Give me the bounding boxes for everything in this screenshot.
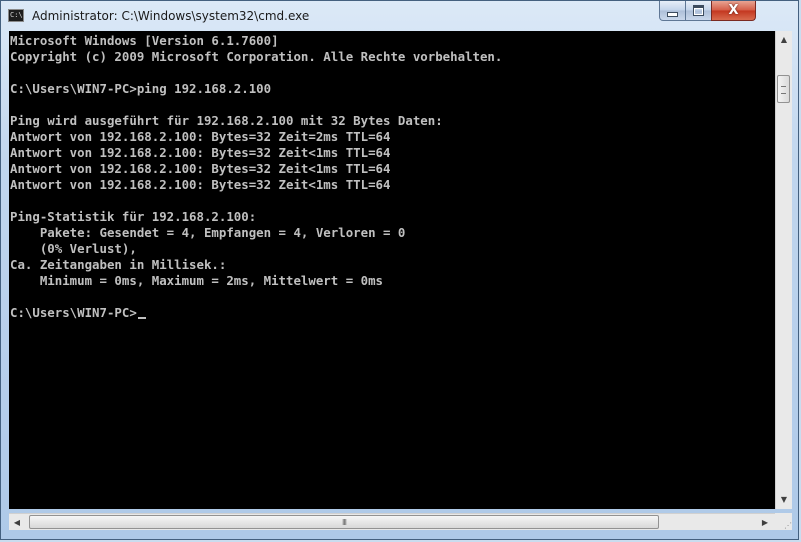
console-line: Antwort von 192.168.2.100: Bytes=32 Zeit…: [10, 177, 391, 192]
close-icon: X: [728, 3, 739, 18]
console-output[interactable]: Microsoft Windows [Version 6.1.7600] Copy…: [9, 31, 775, 509]
console-line: C:\Users\WIN7-PC>: [10, 305, 775, 321]
minimize-icon: [667, 11, 678, 17]
console-line: Antwort von 192.168.2.100: Bytes=32 Zeit…: [10, 145, 391, 160]
cmd-window: C:\ Administrator: C:\Windows\system32\c…: [0, 0, 799, 540]
scroll-up-arrow-icon[interactable]: ▲: [776, 31, 792, 47]
title-bar[interactable]: C:\ Administrator: C:\Windows\system32\c…: [1, 1, 798, 32]
console-line: Minimum = 0ms, Maximum = 2ms, Mittelwert…: [10, 273, 383, 288]
scroll-right-arrow-icon[interactable]: ▶: [757, 514, 773, 530]
vertical-scrollbar[interactable]: ▲ ▼: [775, 31, 792, 509]
maximize-icon: [693, 5, 704, 16]
console-line: Copyright (c) 2009 Microsoft Corporation…: [10, 49, 503, 64]
scroll-down-arrow-icon[interactable]: ▼: [776, 491, 792, 507]
close-button[interactable]: X: [711, 1, 756, 21]
minimize-button[interactable]: [659, 1, 686, 21]
cmd-icon[interactable]: C:\: [8, 9, 24, 22]
console-line: Microsoft Windows [Version 6.1.7600]: [10, 33, 279, 48]
vertical-scroll-thumb[interactable]: [777, 75, 790, 103]
horizontal-scroll-thumb[interactable]: III: [29, 515, 659, 529]
window-title: Administrator: C:\Windows\system32\cmd.e…: [32, 9, 310, 23]
console-line: C:\Users\WIN7-PC>ping 192.168.2.100: [10, 81, 272, 96]
thumb-grip-icon: [781, 86, 786, 94]
console-line: Ping wird ausgeführt für 192.168.2.100 m…: [10, 113, 443, 128]
console-line: (0% Verlust),: [10, 241, 137, 256]
scroll-left-arrow-icon[interactable]: ◀: [9, 514, 25, 530]
console-line: Ca. Zeitangaben in Millisek.:: [10, 257, 227, 272]
text-cursor: [137, 317, 146, 319]
horizontal-scrollbar[interactable]: ◀ III ▶: [9, 513, 775, 530]
console-line: Antwort von 192.168.2.100: Bytes=32 Zeit…: [10, 129, 391, 144]
console-line: Antwort von 192.168.2.100: Bytes=32 Zeit…: [10, 161, 391, 176]
console-line: Ping-Statistik für 192.168.2.100:: [10, 209, 257, 224]
console-line: Pakete: Gesendet = 4, Empfangen = 4, Ver…: [10, 225, 406, 240]
size-grip-icon[interactable]: ⋰: [775, 513, 792, 530]
thumb-grip-icon: III: [341, 517, 347, 527]
maximize-button[interactable]: [685, 1, 712, 21]
